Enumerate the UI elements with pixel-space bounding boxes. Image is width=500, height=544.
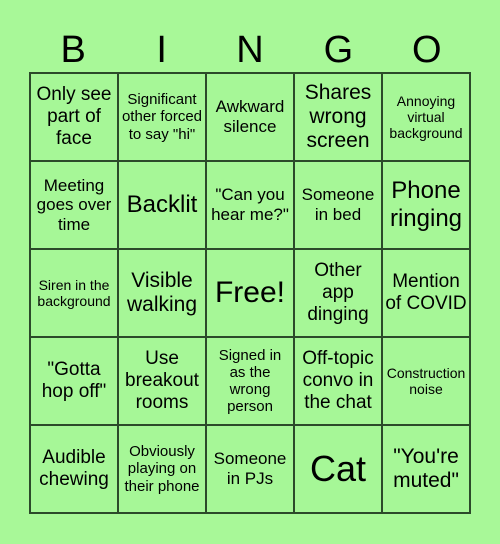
bingo-cell[interactable]: Awkward silence [206, 73, 294, 161]
bingo-cell[interactable]: Significant other forced to say "hi" [118, 73, 206, 161]
bingo-cell[interactable]: Signed in as the wrong person [206, 337, 294, 425]
bingo-cell[interactable]: Siren in the background [30, 249, 118, 337]
bingo-cell[interactable]: Meeting goes over time [30, 161, 118, 249]
bingo-cell[interactable]: Use breakout rooms [118, 337, 206, 425]
bingo-cell[interactable]: Backlit [118, 161, 206, 249]
header-letter-i: I [156, 29, 167, 71]
header-letter-b: B [60, 29, 86, 71]
bingo-cell[interactable]: Only see part of face [30, 73, 118, 161]
bingo-cell[interactable]: Phone ringing [382, 161, 470, 249]
bingo-cell[interactable]: Someone in bed [294, 161, 382, 249]
bingo-cell[interactable]: Mention of COVID [382, 249, 470, 337]
free-space-cell[interactable]: Free! [206, 249, 294, 337]
bingo-cell[interactable]: Cat [294, 425, 382, 513]
bingo-cell[interactable]: "Can you hear me?" [206, 161, 294, 249]
bingo-cell[interactable]: Construction noise [382, 337, 470, 425]
bingo-cell[interactable]: Shares wrong screen [294, 73, 382, 161]
header-letter-o: O [412, 29, 442, 71]
bingo-cell[interactable]: Off-topic convo in the chat [294, 337, 382, 425]
header-letter-n: N [236, 29, 264, 71]
bingo-cell[interactable]: Other app dinging [294, 249, 382, 337]
bingo-header: B I N G O [29, 28, 471, 72]
bingo-cell[interactable]: Visible walking [118, 249, 206, 337]
bingo-cell[interactable]: Obviously playing on their phone [118, 425, 206, 513]
bingo-card: Only see part of face Significant other … [29, 72, 471, 514]
bingo-cell[interactable]: "Gotta hop off" [30, 337, 118, 425]
header-letter-g: G [323, 29, 354, 71]
bingo-cell[interactable]: "You're muted" [382, 425, 470, 513]
bingo-cell[interactable]: Someone in PJs [206, 425, 294, 513]
bingo-cell[interactable]: Annoying virtual background [382, 73, 470, 161]
bingo-cell[interactable]: Audible chewing [30, 425, 118, 513]
